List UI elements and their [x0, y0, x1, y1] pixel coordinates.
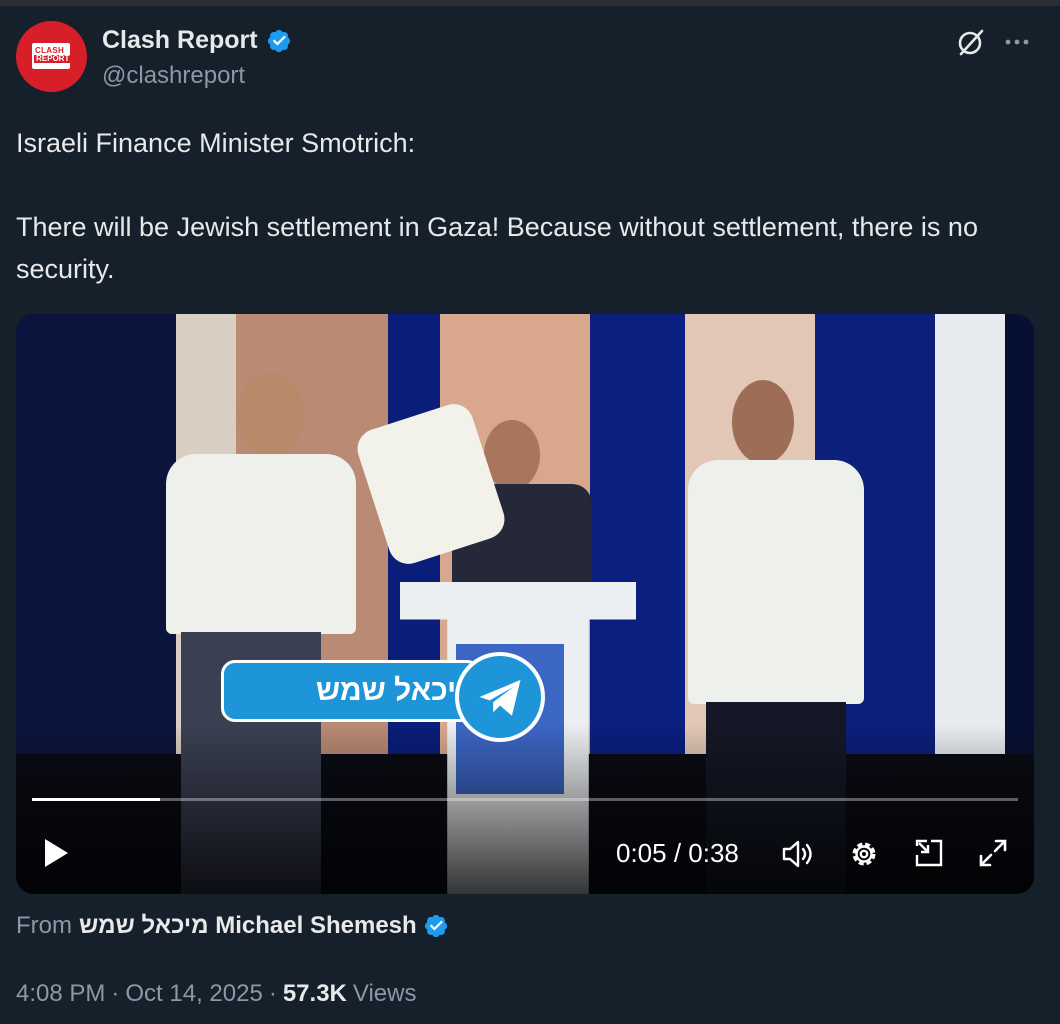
volume-icon[interactable] — [780, 838, 816, 870]
video-frame — [16, 314, 1034, 894]
video-player[interactable]: מיכאל שמש 0:05 / 0:38 — [16, 314, 1034, 894]
more-icon[interactable] — [1001, 26, 1033, 58]
author-name-row: Clash Report — [102, 26, 292, 55]
views-count: 57.3K — [282, 980, 347, 1007]
fullscreen-icon[interactable] — [976, 836, 1010, 870]
play-icon[interactable] — [40, 836, 72, 870]
channel-overlay-badge: מיכאל שמש — [221, 652, 545, 742]
settings-gear-icon[interactable] — [846, 836, 882, 872]
views-label: Views — [352, 980, 417, 1007]
video-time-display: 0:05 / 0:38 — [616, 838, 739, 868]
tweet-time[interactable]: 4:08 PM — [16, 980, 105, 1008]
author-name[interactable]: Clash Report — [102, 26, 258, 55]
verified-badge-icon — [267, 29, 290, 52]
meta-separator: · — [111, 980, 120, 1007]
window-top-edge — [0, 0, 1060, 6]
channel-overlay-name: מיכאל שמש — [316, 674, 478, 707]
video-progress-bar[interactable] — [32, 798, 1018, 801]
avatar-logo-text-2: REPORT — [34, 54, 72, 63]
video-progress-fill — [32, 798, 161, 801]
video-duration: 0:38 — [688, 838, 739, 868]
video-source-line: From מיכאל שמש Michael Shemesh — [16, 912, 449, 940]
tweet-date[interactable]: Oct 14, 2025 — [125, 980, 262, 1008]
avatar[interactable]: CLASH REPORT — [16, 21, 87, 92]
video-current-time: 0:05 — [616, 838, 667, 868]
source-prefix: From — [16, 912, 72, 939]
telegram-icon — [455, 652, 545, 742]
dock-icon[interactable] — [912, 836, 946, 870]
meta-separator: · — [268, 980, 277, 1007]
grok-icon[interactable] — [955, 26, 987, 58]
verified-badge-icon — [424, 914, 447, 938]
tweet-meta: 4:08 PM · Oct 14, 2025 · 57.3K Views — [16, 980, 416, 1008]
source-name[interactable]: מיכאל שמש Michael Shemesh — [79, 912, 417, 940]
author-handle[interactable]: @clashreport — [102, 62, 245, 90]
channel-overlay-pill: מיכאל שמש — [221, 660, 481, 722]
tweet-text: Israeli Finance Minister Smotrich: There… — [16, 128, 978, 284]
